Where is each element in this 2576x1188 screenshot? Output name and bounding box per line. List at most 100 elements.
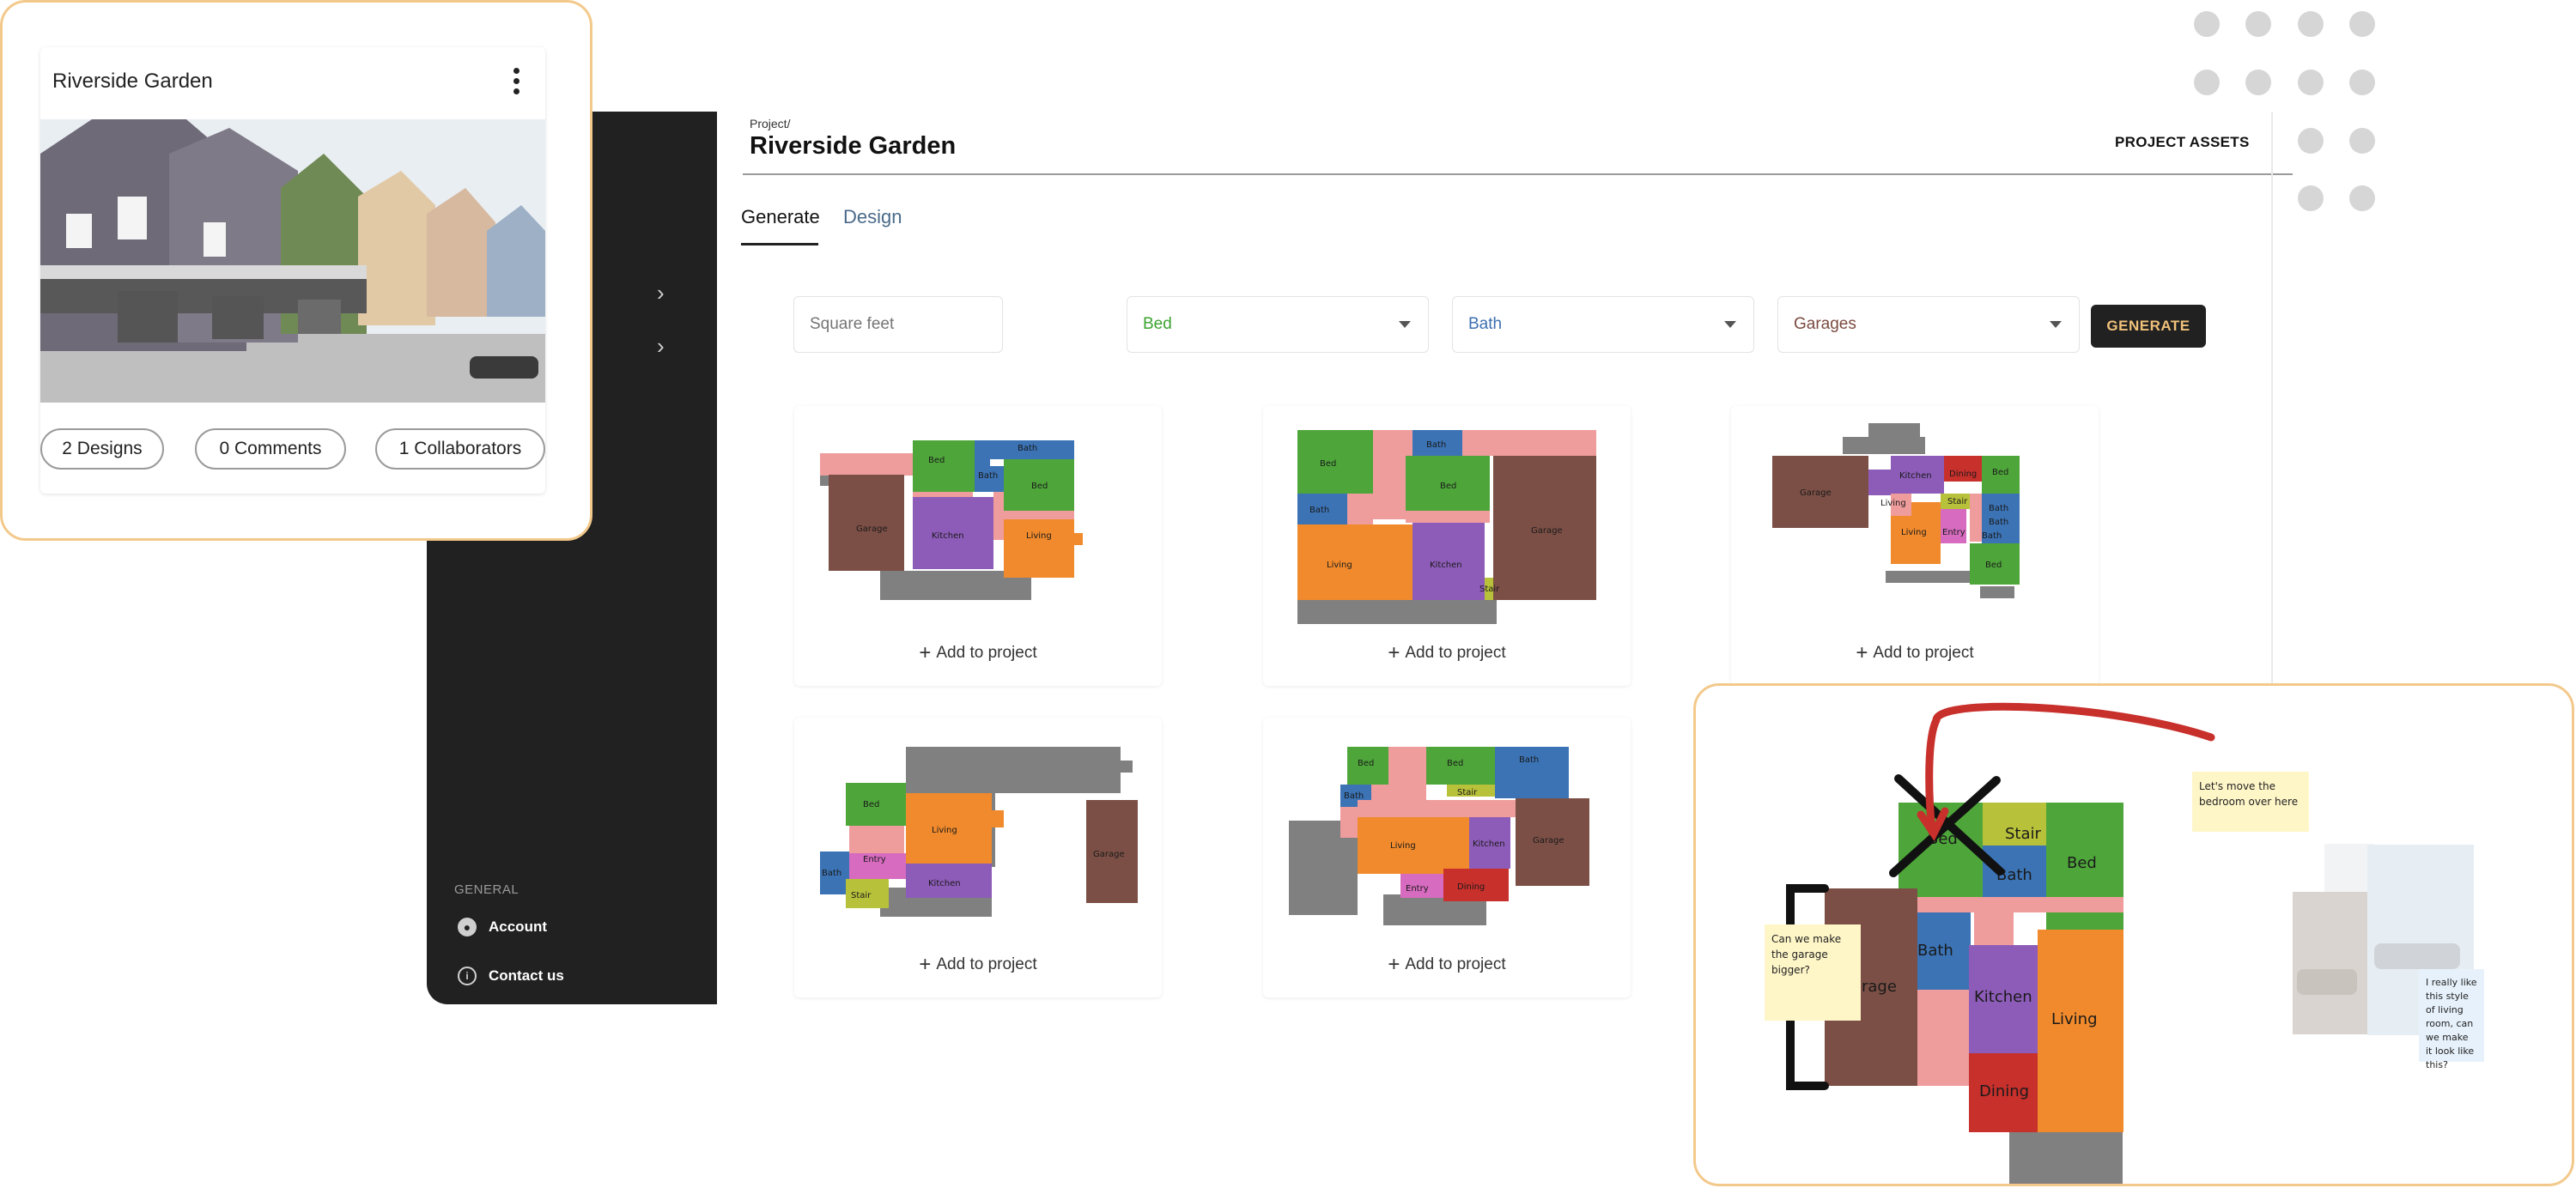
generate-button[interactable]: GENERATE: [2091, 305, 2206, 348]
floorplan-thumbnail: Bed Bed Bath Bath Stair Living Kitchen G…: [1289, 747, 1589, 925]
page-title: Riverside Garden: [750, 132, 957, 160]
room-label: Bath: [1982, 531, 2002, 541]
room-label: Entry: [1942, 528, 1965, 537]
room-label: Dining: [1979, 1082, 2029, 1100]
garages-select[interactable]: Garages: [1777, 296, 2080, 353]
room-label: Bath: [1344, 791, 1364, 801]
room-label: Dining: [1457, 882, 1485, 892]
add-to-project-label: Add to project: [1405, 955, 1506, 973]
floorplan-card[interactable]: Bed Bed Bath Bath Stair Living Kitchen G…: [1263, 718, 1631, 997]
room-label: Bath: [1989, 518, 2008, 527]
sidebar-section-label: GENERAL: [454, 882, 519, 897]
room-label: Bed: [1447, 759, 1463, 768]
sticky-note[interactable]: Let's move the bedroom over here: [2192, 772, 2309, 832]
add-to-project-link[interactable]: + Add to project: [794, 953, 1162, 977]
room-label: Kitchen: [1899, 471, 1932, 481]
room-label: Stair: [2005, 825, 2042, 843]
tab-generate[interactable]: Generate: [741, 206, 820, 228]
room-label: Bed: [2067, 854, 2097, 872]
sidebar-item-account[interactable]: ● Account: [458, 918, 547, 936]
plus-icon: +: [1388, 953, 1400, 976]
project-card[interactable]: Riverside Garden 2 Designs 0 Comments 1 …: [40, 47, 545, 494]
plus-icon: +: [919, 953, 932, 976]
tab-design[interactable]: Design: [843, 206, 902, 228]
annotated-floorplan-card: Stair Bath Bed Bed Bath Garage Kitchen L…: [1693, 683, 2574, 1186]
project-card-title: Riverside Garden: [52, 70, 213, 93]
bed-select-value: Bed: [1143, 315, 1172, 333]
bed-select[interactable]: Bed: [1127, 296, 1429, 353]
add-to-project-label: Add to project: [1405, 644, 1506, 662]
plus-icon: +: [1388, 641, 1400, 664]
add-to-project-label: Add to project: [1873, 644, 1974, 662]
room-label: Garage: [1533, 836, 1564, 846]
floorplan-card[interactable]: Bed Bath Bath Bed Garage Living Kitchen …: [1263, 406, 1631, 686]
room-label: Bath: [978, 471, 998, 481]
room-label: Bath: [1309, 506, 1329, 515]
room-label: Bath: [1917, 942, 1953, 960]
chevron-right-icon[interactable]: ›: [657, 335, 665, 357]
add-to-project-link[interactable]: + Add to project: [1731, 641, 2099, 665]
decorative-dot: [2349, 185, 2375, 211]
floorplan-thumbnail: Garage Kitchen Dining Bed Living Stair L…: [1772, 423, 2020, 598]
decorative-dot: [2298, 128, 2324, 154]
room-label: Bed: [1320, 459, 1336, 469]
room-label: Kitchen: [1430, 561, 1462, 570]
plus-icon: +: [919, 641, 932, 664]
sidebar-item-contact[interactable]: i Contact us: [458, 967, 564, 985]
room-label: Living: [1327, 561, 1352, 570]
decorative-dot: [2298, 11, 2324, 37]
room-label: Bed: [1440, 482, 1456, 491]
room-label: Bath: [1018, 444, 1037, 453]
garages-select-value: Garages: [1794, 315, 1856, 333]
sticky-note[interactable]: Can we make the garage bigger?: [1765, 924, 1861, 1021]
room-label: Kitchen: [928, 879, 961, 888]
floorplan-thumbnail: Bed Living Entry Bath Stair Kitchen Gara…: [820, 747, 1138, 917]
room-label: Kitchen: [932, 531, 964, 541]
room-label: Living: [932, 826, 957, 835]
room-label: Bath: [1989, 504, 2008, 513]
room-label: Bed: [1992, 468, 2008, 477]
room-label: Living: [1390, 841, 1416, 851]
room-label: Entry: [863, 855, 886, 864]
add-to-project-link[interactable]: + Add to project: [794, 641, 1162, 665]
comments-count-badge[interactable]: 0 Comments: [195, 428, 346, 470]
room-label: Entry: [1406, 884, 1429, 894]
panel-divider: [2271, 112, 2273, 712]
decorative-dot: [2298, 185, 2324, 211]
room-label: Living: [1901, 528, 1927, 537]
floorplan-card[interactable]: Garage Bed Bath Bath Bed Kitchen Living …: [794, 406, 1162, 686]
room-label: Living: [1026, 531, 1052, 541]
chevron-right-icon[interactable]: ›: [657, 282, 665, 304]
room-label: Kitchen: [1473, 839, 1505, 849]
decorative-dot: [2245, 11, 2271, 37]
sidebar-item-label: Contact us: [489, 967, 564, 984]
decorative-dot: [2194, 70, 2220, 95]
room-label: Garage: [1531, 526, 1563, 536]
info-icon: i: [458, 967, 477, 985]
room-label: Stair: [1479, 585, 1500, 594]
floorplan-thumbnail: Bed Bath Bath Bed Garage Living Kitchen …: [1297, 430, 1596, 624]
project-overview-card: Riverside Garden 2 Designs 0 Comments 1 …: [0, 0, 592, 541]
floorplan-card[interactable]: Garage Kitchen Dining Bed Living Stair L…: [1731, 406, 2099, 686]
room-label: Living: [1880, 499, 1906, 508]
designs-count-badge[interactable]: 2 Designs: [40, 428, 164, 470]
floorplan-card[interactable]: Bed Living Entry Bath Stair Kitchen Gara…: [794, 718, 1162, 997]
more-options-icon[interactable]: [513, 68, 521, 97]
add-to-project-link[interactable]: + Add to project: [1263, 953, 1631, 977]
project-photo: [40, 119, 545, 403]
chevron-down-icon: [1399, 321, 1411, 328]
chevron-down-icon: [2050, 321, 2062, 328]
breadcrumb[interactable]: Project/: [750, 117, 790, 130]
room-label: Garage: [1093, 850, 1125, 859]
bath-select[interactable]: Bath: [1452, 296, 1754, 353]
room-label: Bath: [822, 869, 841, 878]
account-icon: ●: [458, 918, 477, 936]
room-label: Stair: [1457, 788, 1478, 797]
collaborators-count-badge[interactable]: 1 Collaborators: [375, 428, 545, 470]
sticky-note[interactable]: I really like this style of living room,…: [2419, 969, 2484, 1070]
decorative-dot: [2349, 70, 2375, 95]
add-to-project-link[interactable]: + Add to project: [1263, 641, 1631, 665]
square-feet-input[interactable]: [793, 296, 1003, 353]
room-label: Bath: [1519, 755, 1539, 765]
project-assets-button[interactable]: PROJECT ASSETS: [2115, 134, 2250, 151]
